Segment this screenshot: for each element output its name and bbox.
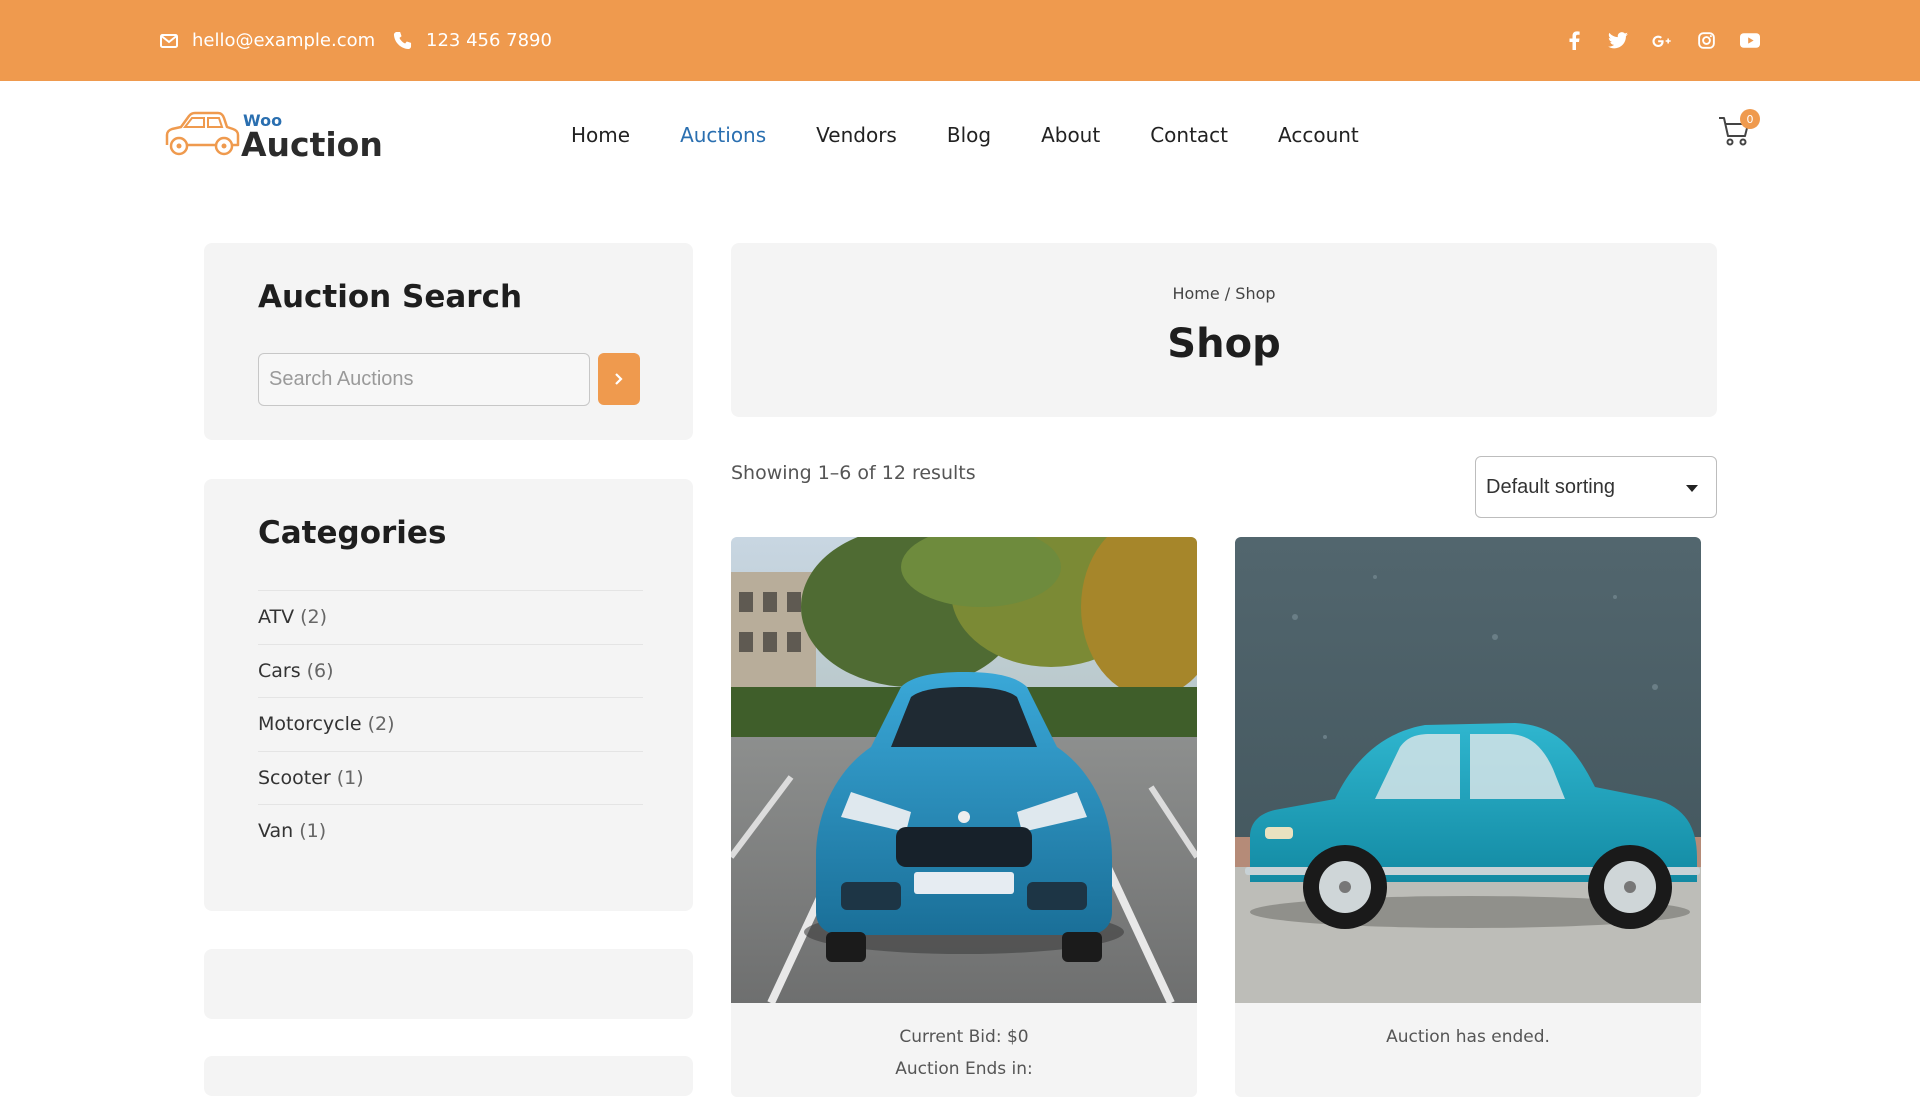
category-name: ATV	[258, 606, 295, 629]
main-nav: Home Auctions Vendors Blog About Contact…	[571, 81, 1409, 188]
phone-icon	[393, 31, 412, 50]
chevron-right-icon	[615, 373, 623, 385]
cart-button[interactable]: 0	[1718, 109, 1760, 151]
category-name: Cars	[258, 659, 301, 682]
chevron-down-icon	[1686, 485, 1698, 492]
product-image[interactable]	[731, 537, 1197, 1003]
google-plus-icon[interactable]	[1652, 31, 1672, 51]
category-name: Scooter	[258, 766, 331, 789]
categories-widget: Categories ATV (2) Cars (6) Motorcycle (2) …	[204, 479, 693, 911]
category-item[interactable]: Scooter (1)	[258, 750, 643, 805]
nav-home[interactable]: Home	[571, 123, 630, 147]
shop-header: Home / Shop Shop	[731, 243, 1717, 417]
sort-selected-value: Default sorting	[1486, 475, 1615, 498]
product-card[interactable]: Current Bid: $0 Auction Ends in:	[731, 537, 1197, 1097]
sidebar-widget-empty	[204, 1056, 693, 1096]
category-count: (1)	[299, 820, 327, 843]
auction-search-title: Auction Search	[258, 279, 523, 315]
product-card[interactable]: Auction has ended.	[1235, 537, 1701, 1097]
site-header: Woo Auction Home Auctions Vendors Blog A…	[0, 81, 1920, 188]
auction-status: Auction has ended.	[1386, 1027, 1550, 1047]
facebook-icon[interactable]	[1564, 31, 1584, 51]
categories-title: Categories	[258, 515, 447, 551]
category-item[interactable]: Motorcycle (2)	[258, 697, 643, 751]
nav-blog[interactable]: Blog	[947, 123, 991, 147]
sidebar-widget-empty	[204, 949, 693, 1019]
top-bar: hello@example.com 123 456 7890	[0, 0, 1920, 81]
contact-phone-text: 123 456 7890	[426, 30, 552, 51]
nav-account[interactable]: Account	[1278, 123, 1359, 147]
breadcrumb[interactable]: Home / Shop	[731, 284, 1717, 303]
car-logo-icon	[165, 111, 240, 156]
category-count: (2)	[367, 713, 395, 736]
category-name: Motorcycle	[258, 713, 362, 736]
category-count: (2)	[300, 606, 328, 629]
twitter-icon[interactable]	[1608, 31, 1628, 51]
logo-main-text: Auction	[241, 125, 383, 164]
envelope-icon	[160, 33, 178, 48]
auction-ends-label: Auction Ends in:	[895, 1059, 1033, 1079]
auction-search-button[interactable]	[598, 353, 640, 405]
category-list: ATV (2) Cars (6) Motorcycle (2) Scooter (1) …	[258, 590, 643, 858]
page-title: Shop	[1167, 321, 1281, 367]
category-item[interactable]: ATV (2)	[258, 590, 643, 644]
nav-contact[interactable]: Contact	[1150, 123, 1228, 147]
contact-email-text: hello@example.com	[192, 30, 376, 51]
category-count: (1)	[336, 766, 364, 789]
contact-email[interactable]: hello@example.com	[160, 0, 375, 81]
nav-about[interactable]: About	[1041, 123, 1100, 147]
site-logo[interactable]: Woo Auction	[163, 105, 383, 165]
category-item[interactable]: Van (1)	[258, 804, 643, 858]
current-bid: Current Bid: $0	[899, 1027, 1029, 1047]
product-image[interactable]	[1235, 537, 1701, 1003]
nav-vendors[interactable]: Vendors	[816, 123, 897, 147]
contact-phone[interactable]: 123 456 7890	[393, 0, 552, 81]
youtube-icon[interactable]	[1740, 31, 1760, 51]
auction-search-input[interactable]	[258, 353, 590, 406]
category-name: Van	[258, 820, 294, 843]
cart-count-badge: 0	[1740, 109, 1760, 129]
social-links	[1564, 0, 1760, 81]
instagram-icon[interactable]	[1696, 31, 1716, 51]
result-count: Showing 1–6 of 12 results	[731, 462, 976, 484]
category-count: (6)	[306, 659, 334, 682]
sort-select[interactable]: Default sorting	[1475, 456, 1717, 518]
auction-search-widget: Auction Search	[204, 243, 693, 440]
nav-auctions[interactable]: Auctions	[680, 123, 766, 147]
category-item[interactable]: Cars (6)	[258, 643, 643, 698]
